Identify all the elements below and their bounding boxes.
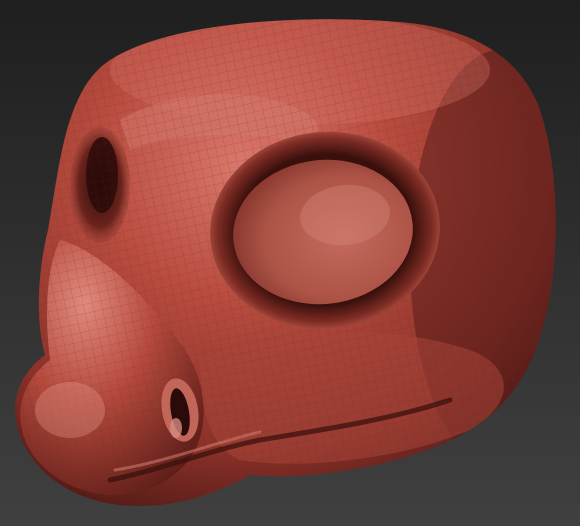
nostril-inner xyxy=(170,418,182,438)
viewport-canvas[interactable] xyxy=(0,0,580,526)
nose-tip-highlight xyxy=(35,382,105,438)
3d-viewport[interactable] xyxy=(0,0,580,526)
